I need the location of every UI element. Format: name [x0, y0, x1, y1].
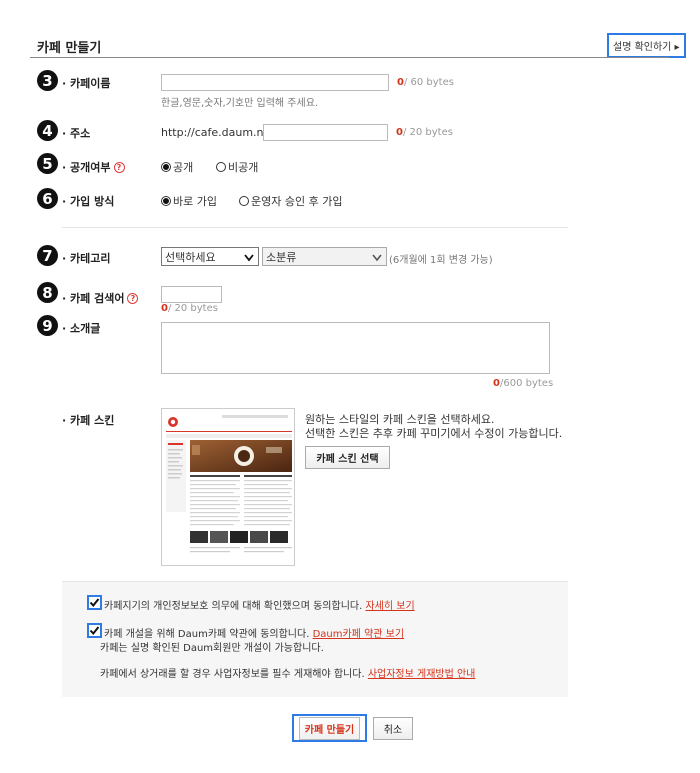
privacy-agreement: 카페지기의 개인정보보호 의무에 대해 확인했으며 동의합니다. 자세히 보기: [104, 601, 415, 612]
title-divider: [30, 57, 670, 58]
skin-description-2: 선택한 스킨은 추후 카페 꾸미기에서 수정이 가능합니다.: [305, 427, 563, 440]
privacy-checkbox[interactable]: [88, 596, 101, 609]
business-notice: 카페에서 상거래를 할 경우 사업자정보를 필수 게재해야 합니다. 사업자정보…: [100, 669, 476, 680]
step-8-badge: 8: [37, 282, 58, 303]
cancel-button[interactable]: 취소: [373, 717, 413, 740]
radio-join-instant[interactable]: 바로 가입: [161, 193, 217, 209]
privacy-detail-link[interactable]: 자세히 보기: [365, 601, 414, 612]
cafe-name-label: · 카페이름: [62, 77, 111, 90]
create-cafe-button[interactable]: 카페 만들기: [292, 714, 367, 742]
step-9-badge: 9: [37, 315, 58, 336]
subcategory-select[interactable]: 소분류: [262, 247, 387, 266]
radio-selected-icon: [161, 162, 171, 172]
step-3-badge: 3: [37, 70, 58, 91]
section-divider: [62, 227, 568, 228]
terms-link[interactable]: Daum카페 약관 보기: [313, 629, 404, 640]
address-byte-counter: 0/ 20 bytes: [396, 127, 453, 138]
check-icon: [89, 626, 100, 636]
radio-empty-icon: [239, 196, 249, 206]
keyword-byte-counter: 0/ 20 bytes: [161, 303, 218, 314]
radio-public[interactable]: 공개: [161, 159, 193, 175]
chevron-down-icon: [372, 254, 382, 262]
step-6-badge: 6: [37, 188, 58, 209]
help-icon[interactable]: ?: [127, 293, 139, 304]
address-input[interactable]: [263, 124, 388, 141]
terms-agreement: 카페 개설을 위해 Daum카페 약관에 동의합니다. Daum카페 약관 보기: [104, 629, 405, 640]
guide-button[interactable]: 설명 확인하기 ▸: [607, 33, 686, 58]
intro-label: · 소개글: [62, 322, 101, 335]
keyword-label: · 카페 검색어?: [62, 290, 139, 306]
radio-selected-icon: [161, 196, 171, 206]
intro-byte-counter: 0/600 bytes: [493, 378, 554, 389]
radio-private[interactable]: 비공개: [216, 159, 258, 175]
step-7-badge: 7: [37, 245, 58, 266]
radio-join-approval[interactable]: 운영자 승인 후 가입: [239, 193, 342, 209]
help-icon[interactable]: ?: [113, 162, 125, 173]
category-note: (6개월에 1회 변경 가능): [389, 255, 493, 266]
category-label: · 카테고리: [62, 252, 111, 265]
business-info-link[interactable]: 사업자정보 게재방법 안내: [368, 669, 476, 680]
join-method-label: · 가입 방식: [62, 195, 115, 208]
chevron-down-icon: [244, 254, 254, 262]
cafe-name-hint: 한글,영문,숫자,기호만 입력해 주세요.: [161, 98, 319, 109]
category-select[interactable]: 선택하세요: [161, 247, 259, 266]
page-title: 카페 만들기: [37, 41, 102, 56]
visibility-label: · 공개여부?: [62, 159, 125, 175]
cafe-name-input[interactable]: [161, 74, 389, 91]
terms-checkbox[interactable]: [88, 624, 101, 637]
step-4-badge: 4: [37, 120, 58, 141]
skin-preview-image: [161, 408, 295, 566]
terms-sub-note: 카페는 실명 확인된 Daum회원만 개설이 가능합니다.: [100, 643, 324, 654]
cafe-name-byte-counter: 0/ 60 bytes: [397, 77, 454, 88]
intro-textarea[interactable]: [161, 322, 550, 374]
address-prefix: http://cafe.daum.net/: [161, 126, 279, 139]
radio-empty-icon: [216, 162, 226, 172]
skin-preview-graphic: [166, 415, 292, 553]
keyword-input[interactable]: [161, 286, 222, 303]
select-skin-button[interactable]: 카페 스킨 선택: [305, 446, 390, 469]
address-label: · 주소: [62, 127, 91, 140]
check-icon: [89, 598, 100, 608]
skin-label: · 카페 스킨: [62, 414, 115, 427]
step-5-badge: 5: [37, 153, 58, 174]
